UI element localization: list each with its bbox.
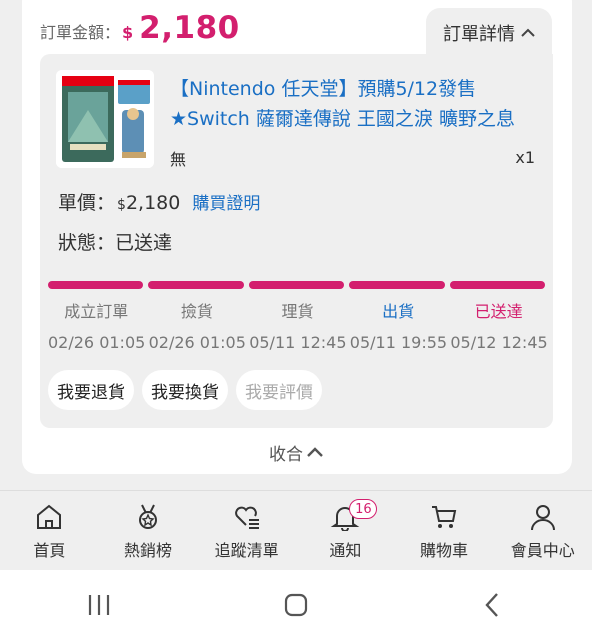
recent-apps-icon[interactable] bbox=[84, 593, 114, 617]
tracking-step-name-delivered: 已送達 bbox=[474, 302, 523, 321]
tracking-step-time: 05/11 19:55 bbox=[349, 333, 448, 352]
heart-list-icon bbox=[234, 506, 259, 529]
nav-item-wishlist[interactable]: 追蹤清單 bbox=[197, 491, 296, 570]
tracking-step-time: 02/26 01:05 bbox=[148, 333, 246, 352]
collapse-label: 收合 bbox=[269, 445, 303, 465]
progress-segment bbox=[349, 281, 445, 289]
tracking-step: 成立訂單 02/26 01:05 bbox=[46, 300, 147, 356]
tracking-step-time: 05/11 12:45 bbox=[249, 333, 347, 352]
tracking-progress-bar bbox=[48, 281, 546, 289]
chevron-up-icon bbox=[307, 447, 323, 457]
tracking-steps: 成立訂單 02/26 01:05 撿貨 02/26 01:05 理貨 05/11… bbox=[46, 300, 549, 356]
order-detail-label: 訂單詳情 bbox=[443, 24, 515, 45]
product-thumbnail[interactable] bbox=[56, 70, 154, 168]
cart-icon bbox=[432, 506, 457, 528]
progress-segment bbox=[48, 281, 144, 289]
order-status: 狀態：已送達 bbox=[58, 228, 172, 255]
order-detail-toggle[interactable]: 訂單詳情 bbox=[426, 8, 552, 58]
order-total: 訂單金額： $ 2,180 bbox=[40, 10, 240, 54]
product-title[interactable]: 【Nintendo 任天堂】預購5/12發售 ★Switch 薩爾達傳說 王國之… bbox=[170, 74, 540, 134]
product-quantity: x1 bbox=[515, 148, 535, 167]
system-navigation-bar bbox=[0, 570, 592, 640]
exchange-button[interactable]: 我要換貨 bbox=[142, 370, 228, 410]
tracking-step-name: 理貨 bbox=[281, 302, 314, 321]
back-icon[interactable] bbox=[478, 590, 508, 620]
medal-icon bbox=[139, 504, 157, 529]
product-title-line2: ★Switch 薩爾達傳說 王國之淚 曠野之息 bbox=[170, 108, 515, 130]
product-variant: 無 bbox=[170, 150, 187, 169]
chevron-up-icon bbox=[521, 28, 535, 37]
order-status-label: 狀態： bbox=[58, 232, 116, 254]
product-title-line1: 【Nintendo 任天堂】預購5/12發售 bbox=[170, 78, 477, 100]
product-image bbox=[56, 70, 154, 168]
unit-price: 單價： $ 2,180 購買證明 bbox=[58, 188, 260, 215]
order-status-value: 已送達 bbox=[115, 232, 173, 254]
unit-price-currency: $ bbox=[117, 197, 126, 213]
order-total-currency: $ bbox=[122, 23, 134, 42]
nav-item-member[interactable]: 會員中心 bbox=[493, 491, 592, 570]
nav-item-home[interactable]: 首頁 bbox=[0, 491, 99, 570]
progress-segment bbox=[449, 281, 546, 289]
nav-item-bestsellers[interactable]: 熱銷榜 bbox=[99, 491, 198, 570]
home-button-icon[interactable] bbox=[281, 590, 311, 620]
nav-label: 購物車 bbox=[420, 541, 469, 560]
nav-label: 熱銷榜 bbox=[124, 541, 173, 560]
order-actions: 我要退貨 我要換貨 我要評價 bbox=[48, 370, 322, 410]
unit-price-value: 2,180 bbox=[125, 192, 181, 214]
nav-item-cart[interactable]: 購物車 bbox=[395, 491, 494, 570]
tracking-step-name-shipped: 出貨 bbox=[382, 302, 415, 321]
nav-label: 追蹤清單 bbox=[214, 541, 279, 560]
return-button[interactable]: 我要退貨 bbox=[48, 370, 134, 410]
tracking-step-time: 02/26 01:05 bbox=[48, 333, 146, 352]
tracking-step[interactable]: 出貨 05/11 19:55 bbox=[348, 300, 449, 356]
tracking-step: 已送達 05/12 12:45 bbox=[448, 300, 549, 356]
progress-segment bbox=[248, 281, 345, 289]
tracking-step-time: 05/12 12:45 bbox=[450, 333, 548, 352]
tracking-step: 撿貨 02/26 01:05 bbox=[147, 300, 248, 356]
order-total-amount: 2,180 bbox=[139, 10, 240, 46]
progress-segment bbox=[148, 281, 244, 289]
unit-price-label: 單價： bbox=[58, 192, 116, 214]
purchase-proof-link[interactable]: 購買證明 bbox=[192, 189, 260, 214]
tracking-step-name: 撿貨 bbox=[180, 302, 213, 321]
user-icon bbox=[530, 505, 555, 531]
home-icon bbox=[37, 504, 62, 529]
collapse-button[interactable]: 收合 bbox=[0, 440, 592, 465]
order-total-label: 訂單金額： bbox=[40, 23, 121, 42]
nav-label: 會員中心 bbox=[510, 541, 575, 560]
nav-label: 首頁 bbox=[33, 541, 66, 560]
bottom-navigation: 首頁 熱銷榜 追蹤清單 16 通知 購物車 會員中心 bbox=[0, 490, 592, 570]
tracking-step: 理貨 05/11 12:45 bbox=[247, 300, 348, 356]
review-button: 我要評價 bbox=[236, 370, 322, 410]
notification-badge: 16 bbox=[349, 499, 378, 519]
order-detail-panel: 【Nintendo 任天堂】預購5/12發售 ★Switch 薩爾達傳說 王國之… bbox=[40, 54, 553, 428]
tracking-step-name: 成立訂單 bbox=[64, 302, 129, 321]
nav-label: 通知 bbox=[329, 541, 362, 560]
nav-item-notifications[interactable]: 16 通知 bbox=[296, 491, 395, 570]
